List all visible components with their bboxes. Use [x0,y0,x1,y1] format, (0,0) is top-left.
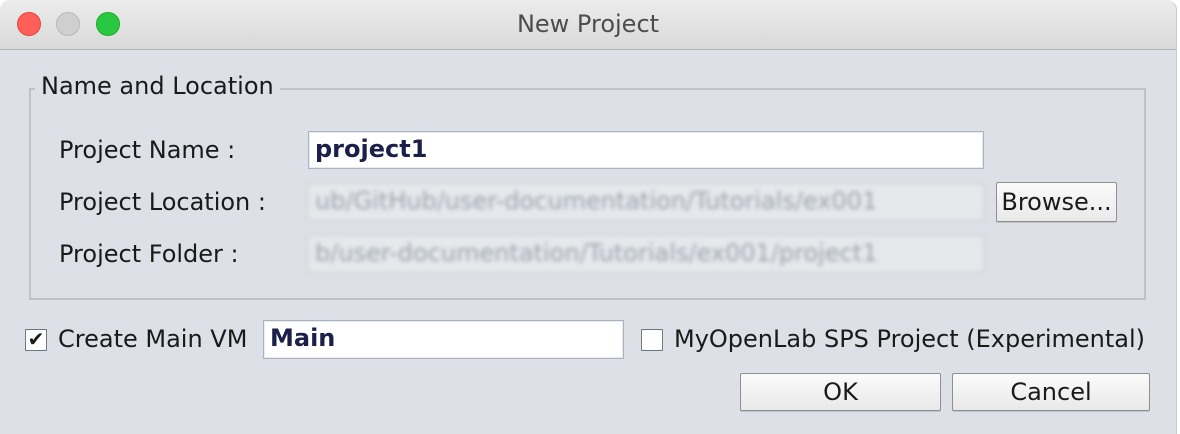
project-location-field: ub/GitHub/user-documentation/Tutorials/e… [308,183,984,221]
new-project-dialog: New Project Name and Location Project Na… [0,0,1177,434]
sps-project-checkbox[interactable] [641,329,663,351]
project-folder-label: Project Folder : [59,240,239,268]
name-location-legend: Name and Location [35,72,280,100]
create-main-vm-label: Create Main VM [58,325,248,353]
main-vm-name-input[interactable]: Main [263,320,624,359]
project-name-label: Project Name : [59,136,236,164]
browse-button[interactable]: Browse... [996,182,1117,222]
create-main-vm-checkbox[interactable]: ✔ [25,329,47,351]
project-location-label: Project Location : [59,188,266,216]
project-folder-field: b/user-documentation/Tutorials/ex001/pro… [308,235,984,273]
project-name-input[interactable]: project1 [308,131,984,169]
sps-project-label: MyOpenLab SPS Project (Experimental) [674,325,1146,353]
window-title: New Project [516,10,660,38]
ok-button[interactable]: OK [740,373,941,411]
title-bar[interactable]: New Project [0,0,1176,50]
cancel-button[interactable]: Cancel [952,373,1150,411]
